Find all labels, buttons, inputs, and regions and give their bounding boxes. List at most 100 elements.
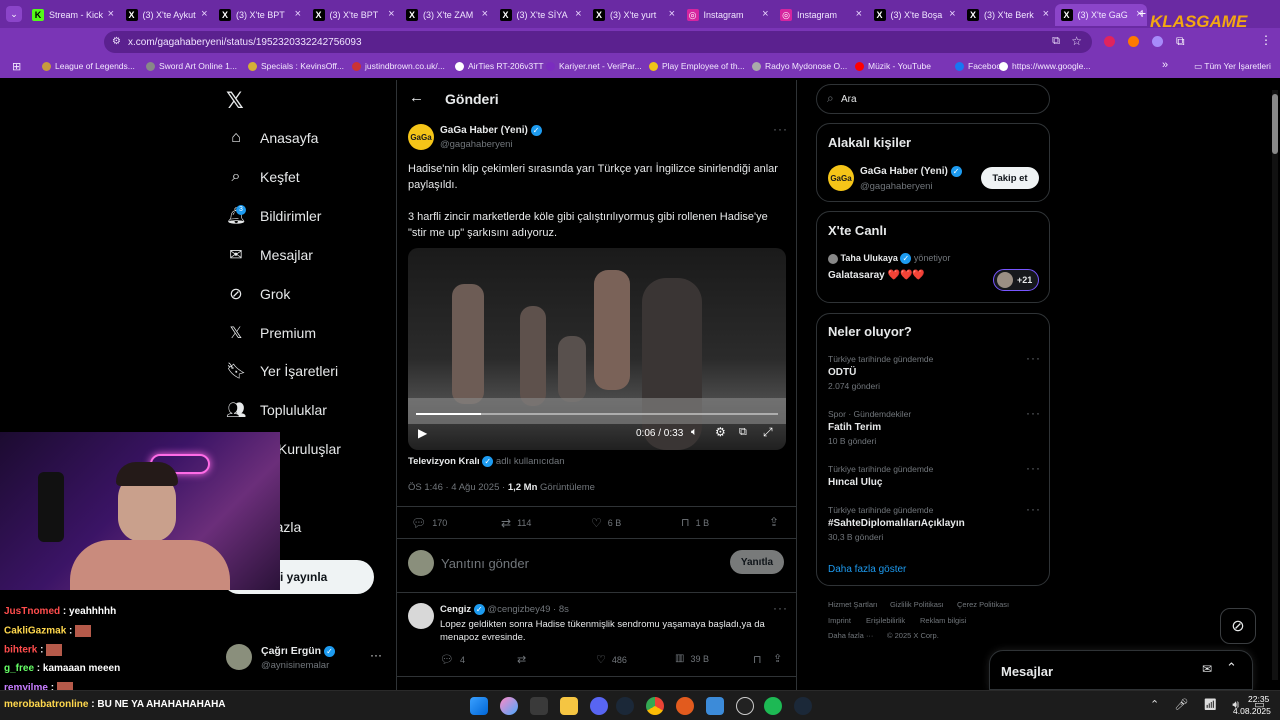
close-icon[interactable]: × [201, 8, 207, 20]
more-icon[interactable]: ··· [1026, 406, 1041, 420]
reply-stat[interactable]: 💬︎ 4 [440, 653, 465, 666]
spotify-icon[interactable] [764, 697, 782, 715]
bookmark-item[interactable]: Play Employee of th... [649, 61, 745, 71]
nav-item-mail[interactable]: ✉ Mesajlar [226, 241, 313, 269]
bookmark-item[interactable]: AirTies RT-206v3TT [455, 61, 544, 71]
show-more-link[interactable]: Daha fazla göster [828, 564, 906, 575]
close-icon[interactable]: × [1043, 8, 1049, 20]
install-app-icon[interactable]: ⧉ [1052, 35, 1060, 48]
footer-link[interactable]: Hizmet Şartları [828, 600, 878, 609]
apps-grid-icon[interactable]: ⊞ [12, 60, 21, 73]
trend-item[interactable]: Türkiye tarihinde gündemde #SahteDiplomal… [828, 505, 965, 542]
app-icon[interactable] [676, 697, 694, 715]
browser-tab[interactable]: K Stream - Kick × [26, 4, 118, 26]
bookmark-item[interactable]: Kariyer.net - VeriPar... [546, 61, 642, 71]
windows-start-icon[interactable] [470, 697, 488, 715]
store-icon[interactable] [530, 697, 548, 715]
close-icon[interactable]: × [762, 8, 768, 20]
footer-link[interactable]: © 2025 X Corp. [887, 631, 939, 640]
close-icon[interactable]: × [388, 8, 394, 20]
more-icon[interactable]: ··· [773, 601, 788, 615]
address-bar[interactable]: ⚙ x.com/gagahaberyeni/status/19523203322… [104, 31, 1092, 53]
bookmark-item[interactable]: Specials : KevinsOff... [248, 61, 344, 71]
live-listeners[interactable]: +21 [993, 269, 1039, 291]
more-icon[interactable]: ··· [1026, 351, 1041, 365]
messages-drawer[interactable]: Mesajlar ✉ ⌃ [989, 650, 1253, 690]
bookmark-star-icon[interactable]: ☆ [1071, 34, 1082, 48]
x-logo-icon[interactable]: 𝕏 [226, 88, 244, 114]
avatar[interactable] [408, 603, 434, 629]
reply-button[interactable]: Yanıtla [730, 550, 784, 574]
footer-link[interactable]: Imprint [828, 616, 851, 625]
nav-item-grok[interactable]: ⊘ Grok [226, 280, 290, 308]
clock-date[interactable]: 4.08.2025 [1233, 706, 1271, 716]
copilot-icon[interactable] [500, 697, 518, 715]
trend-item[interactable]: Türkiye tarihinde gündemde Hıncal Uluç [828, 464, 933, 491]
tab-list-button[interactable]: ⌄ [6, 6, 22, 22]
new-message-icon[interactable]: ✉ [1202, 662, 1212, 676]
nav-item-people[interactable]: 👥︎ Topluluklar [226, 396, 327, 424]
fullscreen-icon[interactable]: ⤢ [763, 425, 773, 440]
more-icon[interactable]: ··· [370, 648, 382, 662]
browser-tab[interactable]: X (3) X'te Aykut × [120, 4, 212, 26]
browser-tab[interactable]: X (3) X'te GaG × [1054, 4, 1147, 26]
source-name[interactable]: Televizyon Kralı [408, 456, 480, 467]
discord-icon[interactable] [590, 697, 608, 715]
author-handle[interactable]: @gagahaberyeni [440, 139, 513, 150]
clock-time[interactable]: 22:35 [1248, 694, 1269, 704]
extension-icon[interactable] [1152, 36, 1163, 47]
bookmark-icon[interactable]: ⊓ [753, 653, 762, 666]
scrollbar-thumb[interactable] [1272, 94, 1278, 154]
bookmark-item[interactable]: Facebook [955, 61, 1005, 71]
more-icon[interactable]: ··· [773, 122, 788, 136]
more-icon[interactable]: ··· [1026, 502, 1041, 516]
live-topic[interactable]: Galatasaray ❤️❤️❤️ [828, 270, 925, 281]
bookmark-item[interactable]: Radyo Mydonose O... [752, 61, 847, 71]
collapse-icon[interactable]: ⌃ [1226, 660, 1237, 676]
new-tab-button[interactable]: + [1138, 5, 1146, 21]
nav-item-x-logo[interactable]: 𝕏 Premium [226, 319, 316, 347]
repost-stat[interactable]: ⇄ 114 [501, 516, 531, 530]
close-icon[interactable]: × [108, 8, 114, 20]
photos-icon[interactable] [706, 697, 724, 715]
close-icon[interactable]: × [669, 8, 675, 20]
bookmark-item[interactable]: Sword Art Online 1... [146, 61, 237, 71]
all-bookmarks[interactable]: ▭ Tüm Yer İşaretleri [1194, 61, 1271, 72]
repost-icon[interactable]: ⇄ [517, 653, 526, 666]
trend-item[interactable]: Spor · Gündemdekiler Fatih Terim 10 B gönd… [828, 409, 911, 446]
browser-tab[interactable]: X (3) X'te SİYA × [494, 4, 586, 26]
browser-tab[interactable]: X (3) X'te ZAM × [400, 4, 492, 26]
search-input[interactable]: ⌕ Ara [816, 84, 1050, 114]
settings-icon[interactable]: ⚙ [715, 425, 726, 439]
browser-tab[interactable]: ◎ Instagram × [774, 4, 866, 26]
bookmarks-overflow-icon[interactable]: » [1162, 59, 1168, 71]
browser-tab[interactable]: X (3) X'te BPT × [307, 4, 399, 26]
steam-icon[interactable] [616, 697, 634, 715]
file-explorer-icon[interactable] [560, 697, 578, 715]
bookmark-item[interactable]: justindbrown.co.uk/... [352, 61, 445, 71]
grok-float-button[interactable]: ⊘ [1220, 608, 1256, 644]
close-icon[interactable]: × [949, 8, 955, 20]
puzzle-icon[interactable]: ⧉ [1176, 34, 1185, 49]
browser-tab[interactable]: X (3) X'te yurt × [587, 4, 679, 26]
close-icon[interactable]: × [575, 8, 581, 20]
footer-link[interactable]: Erişilebilirlik [866, 616, 905, 625]
footer-link[interactable]: Daha fazla ··· [828, 631, 873, 640]
like-stat[interactable]: ♡ 486 [596, 653, 627, 666]
like-stat[interactable]: ♡ 6 B [591, 516, 621, 530]
nav-item-bookmark[interactable]: 🔖︎ Yer İşaretleri [226, 357, 338, 385]
views-stat[interactable]: ▥ 39 B [675, 653, 709, 664]
play-icon[interactable]: ▶ [418, 426, 427, 440]
author-name[interactable]: GaGa Haber (Yeni) ✓ [440, 125, 542, 136]
pip-icon[interactable]: ⧉ [739, 426, 747, 439]
bookmark-stat[interactable]: ⊓ 1 B [681, 516, 709, 529]
extension-icon[interactable] [1104, 36, 1115, 47]
share-icon[interactable]: ⇪ [773, 652, 782, 665]
nav-item-home[interactable]: ⌂ Anasayfa [226, 124, 318, 152]
site-info-icon[interactable]: ⚙ [112, 36, 121, 47]
back-button[interactable]: ← [409, 89, 424, 106]
obs-icon[interactable] [736, 697, 754, 715]
avatar[interactable]: GaGa [408, 124, 434, 150]
close-icon[interactable]: × [856, 8, 862, 20]
close-icon[interactable]: × [295, 8, 301, 20]
